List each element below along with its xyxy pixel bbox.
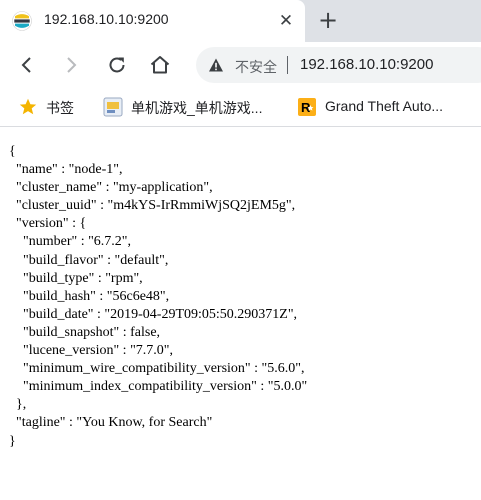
active-tab[interactable]: 192.168.10.10:9200 ✕ (0, 0, 305, 42)
close-tab-icon[interactable]: ✕ (276, 11, 296, 31)
json-response: { "name" : "node-1", "cluster_name" : "m… (9, 143, 307, 451)
json-line: { (9, 144, 16, 159)
tab-strip: 192.168.10.10:9200 ✕ + (0, 0, 481, 42)
json-line: "name" : "node-1", (9, 162, 123, 178)
home-icon (150, 56, 170, 74)
elastic-icon (12, 11, 32, 31)
json-line: "tagline" : "You Know, for Search" (9, 415, 213, 431)
json-line: } (9, 433, 16, 449)
url-text[interactable]: 192.168.10.10:9200 (300, 56, 433, 73)
bookmark-item-bookmarks[interactable]: 书签 (18, 96, 88, 118)
reload-icon (109, 57, 125, 73)
bookmark-item-gta[interactable]: R Grand Theft Auto... (297, 96, 467, 118)
json-line: "version" : { (9, 216, 87, 232)
json-line: "build_type" : "rpm", (9, 270, 143, 286)
json-line: }, (9, 397, 27, 413)
json-line: "build_snapshot" : false, (9, 324, 161, 340)
address-bar[interactable]: 不安全 192.168.10.10:9200 (196, 47, 481, 83)
json-line: "build_flavor" : "default", (9, 252, 169, 268)
bookmark-item-danji[interactable]: 单机游戏_单机游戏... (103, 96, 273, 118)
forward-button[interactable] (58, 52, 84, 78)
bookmark-label: Grand Theft Auto... (325, 98, 444, 114)
arrow-left-icon (21, 57, 31, 73)
game-site-icon (103, 97, 123, 117)
bookmark-label: 单机游戏_单机游戏... (131, 100, 263, 116)
page-content: { "name" : "node-1", "cluster_name" : "m… (0, 127, 481, 500)
json-line: "minimum_wire_compatibility_version" : "… (9, 361, 305, 377)
json-line: "lucene_version" : "7.7.0", (9, 343, 173, 359)
new-tab-button[interactable]: + (316, 8, 340, 32)
rockstar-icon: R (297, 97, 317, 117)
security-status[interactable]: 不安全 (235, 57, 277, 77)
toolbar: 不安全 192.168.10.10:9200 (0, 42, 481, 88)
bookmarks-bar: 书签 单机游戏_单机游戏... R Grand Theft Auto... (0, 88, 481, 127)
back-button[interactable] (14, 52, 40, 78)
omnibox-divider (287, 56, 288, 74)
arrow-right-icon (67, 57, 77, 73)
tab-title: 192.168.10.10:9200 (44, 11, 169, 27)
reload-button[interactable] (104, 52, 130, 78)
json-line: "cluster_uuid" : "m4kYS-IrRmmiWjSQ2jEM5g… (9, 198, 296, 214)
home-button[interactable] (147, 52, 173, 78)
json-line: "minimum_index_compatibility_version" : … (9, 379, 308, 395)
json-line: "number" : "6.7.2", (9, 234, 132, 250)
json-line: "build_hash" : "56c6e48", (9, 288, 170, 304)
warning-icon (208, 57, 224, 73)
star-icon (18, 97, 38, 117)
bookmark-label: 书签 (46, 100, 74, 116)
json-line: "cluster_name" : "my-application", (9, 180, 213, 196)
json-line: "build_date" : "2019-04-29T09:05:50.2903… (9, 306, 298, 322)
